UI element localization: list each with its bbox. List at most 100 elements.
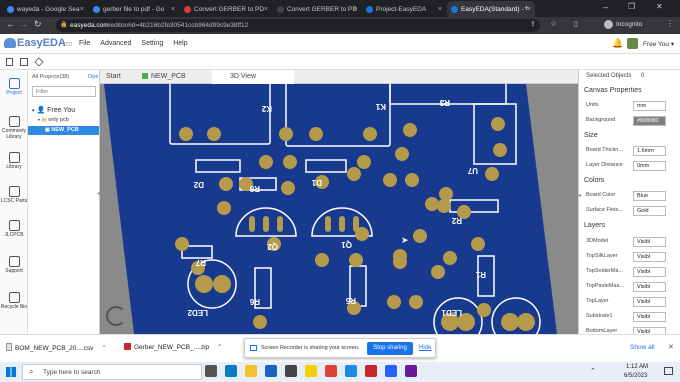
save-icon[interactable]: [20, 58, 28, 66]
stop-sharing-button[interactable]: Stop sharing: [367, 342, 413, 355]
tree-root[interactable]: ▾ 👤 Free You: [32, 106, 75, 114]
rail-item-lcsc-parts[interactable]: LCSC Parts: [0, 186, 28, 204]
easyeda-logo[interactable]: EasyEDA: [17, 37, 66, 49]
restore-button[interactable]: ❐: [628, 2, 635, 11]
board-thickness-input[interactable]: 1.6mm: [633, 146, 666, 156]
panel-expand-handle[interactable]: ▸: [579, 192, 582, 199]
share-icon[interactable]: ⇪: [530, 20, 536, 28]
canvas-properties-header[interactable]: Canvas Properties: [584, 87, 642, 94]
close-downloads-icon[interactable]: ✕: [668, 343, 674, 351]
browser-tab[interactable]: Project-EasyEDA ×: [362, 1, 446, 17]
units-select[interactable]: mm: [633, 101, 666, 111]
incognito-label[interactable]: Incognito: [616, 21, 642, 28]
date-label[interactable]: 6/5/2023: [624, 373, 647, 379]
time-label[interactable]: 1:12 AM: [626, 364, 648, 370]
colors-header[interactable]: Colors: [584, 177, 604, 184]
system-tray-chevron-icon[interactable]: ⌃: [590, 367, 596, 375]
surface-finish-label: Surface Finis...: [586, 207, 623, 213]
rail-item-recycle-bin[interactable]: Recycle Bin: [0, 292, 28, 310]
download-item-bom[interactable]: BOM_NEW_PCB_20....csv ⌃: [6, 343, 107, 352]
user-avatar[interactable]: [627, 38, 638, 49]
new-tab-button[interactable]: +: [524, 3, 529, 13]
rail-item-project[interactable]: Project: [0, 78, 28, 96]
tab-new-pcb[interactable]: NEW_PCB: [136, 70, 212, 84]
layer-visibility-select[interactable]: Visibl: [633, 237, 666, 247]
chevron-up-icon[interactable]: ⌃: [101, 345, 106, 352]
back-icon[interactable]: ←: [6, 19, 15, 29]
minimize-button[interactable]: –: [603, 2, 608, 12]
edge-icon[interactable]: [225, 365, 237, 377]
notification-bell-icon[interactable]: 🔔: [612, 38, 623, 49]
layer-visibility-select[interactable]: Visibl: [633, 282, 666, 292]
close-tab-icon[interactable]: ×: [353, 6, 357, 13]
layer-visibility-select[interactable]: Visibl: [633, 312, 666, 322]
chrome-icon[interactable]: [325, 365, 337, 377]
menu-help[interactable]: Help: [173, 40, 187, 47]
rail-item-support[interactable]: Support: [0, 256, 28, 274]
user-name[interactable]: Free You ▾: [643, 40, 674, 48]
menu-setting[interactable]: Setting: [141, 40, 163, 47]
store-icon[interactable]: [285, 365, 297, 377]
new-document-icon[interactable]: [6, 58, 13, 66]
mail-app-icon[interactable]: [385, 365, 397, 377]
filter-input[interactable]: [32, 86, 96, 97]
pcb-pad: [425, 197, 439, 211]
close-tab-icon[interactable]: ×: [438, 6, 442, 13]
close-tab-icon[interactable]: ×: [264, 6, 268, 13]
board-color-select[interactable]: Blue: [633, 191, 666, 201]
browser-tab[interactable]: Convert GERBER to PD ×: [273, 1, 361, 17]
sidebar-icon[interactable]: ▯: [574, 20, 578, 28]
photos-icon[interactable]: [405, 365, 417, 377]
file-explorer-icon[interactable]: [245, 365, 257, 377]
tree-project[interactable]: ▾ ▤ only pcb: [38, 117, 69, 123]
layer-visibility-select[interactable]: Visibl: [633, 297, 666, 307]
menu-kebab-icon[interactable]: ⋮: [666, 19, 674, 28]
browser-tab[interactable]: wayeda - Google Sea ×: [3, 1, 88, 17]
close-tab-icon[interactable]: ×: [171, 6, 175, 13]
layers-header[interactable]: Layers: [584, 222, 605, 229]
reload-icon[interactable]: ↻: [34, 19, 42, 30]
all-projects-tab[interactable]: All Projects(38): [32, 74, 69, 80]
bookmark-star-icon[interactable]: ☆: [550, 19, 557, 28]
browser-tab[interactable]: EasyEDA(Standard) - ×: [447, 1, 535, 17]
menu-advanced[interactable]: Advanced: [100, 40, 131, 47]
app-red-icon[interactable]: [365, 365, 377, 377]
3d-view-canvas[interactable]: R3 K2 K1 R3 U7 D2 D1 R8 R2 Q2 Q1 R7 R1 R6 R5 LED2 LED1 ➤: [100, 84, 578, 334]
windows-start-icon[interactable]: [6, 367, 16, 377]
layer-visibility-select[interactable]: Visibl: [633, 267, 666, 277]
user-icon: 👤: [36, 107, 46, 114]
close-window-button[interactable]: ✕: [656, 2, 663, 11]
browser-tab[interactable]: Convert GERBER to PD ×: [180, 1, 272, 17]
open-projects-tab[interactable]: Ope: [88, 74, 98, 80]
task-view-icon[interactable]: [205, 365, 217, 377]
rotate-view-icon[interactable]: [106, 306, 126, 326]
taskbar-search[interactable]: ⌕ Type here to search: [22, 364, 202, 380]
tab-start[interactable]: Start: [100, 70, 136, 84]
url-input[interactable]: 🔒 easyeda.com/editor#id=4b216b2fe30541cc…: [56, 19, 540, 32]
collapse-icon[interactable]: ▾: [32, 108, 35, 114]
close-tab-icon[interactable]: ×: [80, 6, 84, 13]
background-color-field[interactable]: #808080: [633, 116, 666, 126]
layer-visibility-select[interactable]: Visibl: [633, 252, 666, 262]
rail-item-commonly-library[interactable]: Commonly Library: [0, 116, 28, 140]
forward-icon[interactable]: →: [19, 19, 28, 29]
hide-button[interactable]: Hide: [419, 345, 431, 351]
mail-icon[interactable]: [265, 365, 277, 377]
chevron-up-icon[interactable]: ⌃: [217, 344, 222, 351]
layers-icon[interactable]: [34, 57, 44, 67]
size-header[interactable]: Size: [584, 132, 598, 139]
menu-file[interactable]: File: [79, 40, 90, 47]
download-item-gerber[interactable]: Gerber_NEW_PCB_....zip ⌃: [124, 343, 222, 351]
show-all-downloads[interactable]: Show all: [630, 344, 655, 351]
browser-tab[interactable]: gerber file to pdf - Go ×: [89, 1, 179, 17]
media-icon[interactable]: [345, 365, 357, 377]
rail-item-library[interactable]: Library: [0, 152, 28, 170]
layer-distance-input[interactable]: 0mm: [633, 161, 666, 171]
surface-finish-select[interactable]: Gold: [633, 206, 666, 216]
tab-3d-view[interactable]: 3D View: [212, 70, 294, 84]
rail-item-jlcpcb[interactable]: JLCPCB: [0, 220, 28, 238]
layer-label: Substrate1: [586, 313, 613, 319]
tree-file-selected[interactable]: ▣ NEW_PCB: [28, 126, 99, 135]
sticky-notes-icon[interactable]: [305, 365, 317, 377]
notification-center-icon[interactable]: [664, 367, 673, 375]
